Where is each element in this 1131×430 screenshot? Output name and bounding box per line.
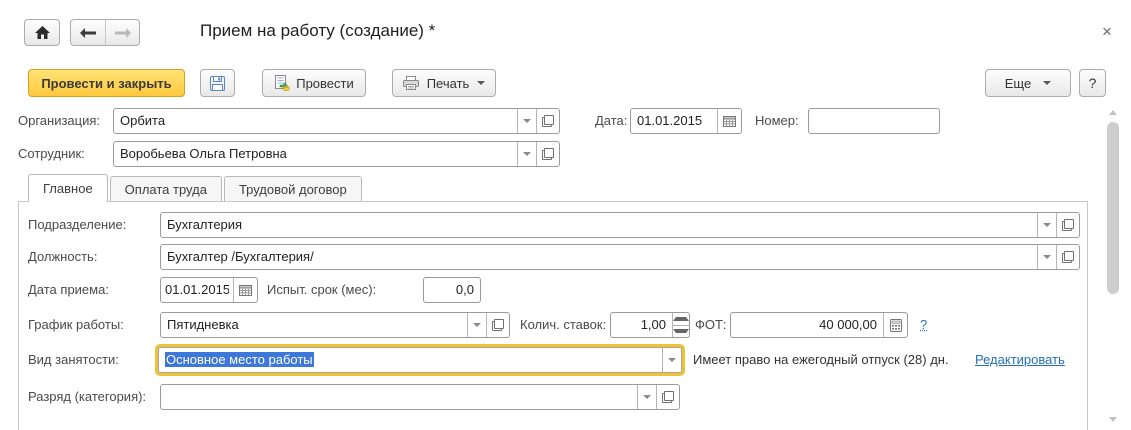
fot-input[interactable] bbox=[731, 313, 883, 337]
rate-count-input[interactable] bbox=[611, 313, 672, 337]
date-field[interactable] bbox=[630, 108, 742, 134]
employee-field[interactable] bbox=[113, 141, 560, 167]
open-icon[interactable] bbox=[486, 313, 509, 337]
spinner-down-icon[interactable] bbox=[673, 325, 689, 338]
chevron-down-icon[interactable] bbox=[1037, 245, 1056, 269]
hire-date-label: Дата приема: bbox=[28, 282, 109, 298]
vacation-note: Имеет право на ежегодный отпуск (28) дн. bbox=[693, 352, 949, 368]
schedule-input[interactable] bbox=[161, 313, 467, 337]
forward-button[interactable] bbox=[105, 20, 139, 45]
chevron-down-icon[interactable] bbox=[517, 109, 536, 133]
hire-date-field[interactable] bbox=[160, 277, 258, 303]
grade-field[interactable] bbox=[160, 384, 680, 410]
position-field[interactable] bbox=[160, 244, 1080, 270]
scrollbar-thumb[interactable] bbox=[1107, 122, 1119, 294]
post-and-close-button[interactable]: Провести и закрыть bbox=[28, 69, 185, 97]
selected-text: Основное место работы bbox=[165, 352, 314, 367]
tab-main[interactable]: Главное bbox=[28, 174, 108, 202]
chevron-down-icon[interactable] bbox=[517, 142, 536, 166]
date-input[interactable] bbox=[631, 109, 717, 133]
fot-label: ФОТ: bbox=[695, 317, 727, 333]
schedule-field[interactable] bbox=[160, 312, 510, 338]
number-input[interactable] bbox=[809, 109, 939, 133]
home-icon bbox=[35, 26, 50, 40]
grade-label: Разряд (категория): bbox=[28, 389, 146, 405]
scroll-down-icon[interactable] bbox=[1109, 417, 1117, 422]
calendar-icon[interactable] bbox=[233, 278, 257, 302]
grade-input[interactable] bbox=[161, 385, 637, 409]
post-button[interactable]: Провести bbox=[262, 69, 366, 97]
open-icon[interactable] bbox=[1056, 213, 1079, 237]
open-icon[interactable] bbox=[536, 142, 559, 166]
tab-pay[interactable]: Оплата труда bbox=[110, 176, 222, 202]
scroll-up-icon[interactable] bbox=[1109, 110, 1117, 115]
probation-input[interactable] bbox=[424, 278, 480, 302]
employment-type-value[interactable]: Основное место работы bbox=[159, 348, 662, 372]
employment-type-focus-ring: Основное место работы bbox=[155, 344, 685, 376]
edit-vacation-link[interactable]: Редактировать bbox=[975, 352, 1065, 367]
history-nav-group bbox=[70, 19, 140, 46]
help-button[interactable]: ? bbox=[1079, 69, 1106, 97]
department-label: Подразделение: bbox=[28, 217, 126, 233]
employment-type-label: Вид занятости: bbox=[28, 352, 119, 368]
spinner-up-icon[interactable] bbox=[673, 313, 689, 325]
organization-label: Организация: bbox=[18, 113, 100, 129]
print-icon bbox=[403, 76, 419, 90]
spinner-control bbox=[672, 313, 689, 337]
organization-input[interactable] bbox=[114, 109, 517, 133]
more-button-label: Еще bbox=[1005, 76, 1031, 91]
back-button[interactable] bbox=[71, 20, 105, 45]
employment-type-field[interactable]: Основное место работы bbox=[158, 347, 682, 373]
calculator-icon[interactable] bbox=[883, 313, 907, 337]
date-label: Дата: bbox=[595, 113, 627, 129]
employee-input[interactable] bbox=[114, 142, 517, 166]
chevron-down-icon[interactable] bbox=[637, 385, 656, 409]
chevron-down-icon[interactable] bbox=[467, 313, 486, 337]
position-label: Должность: bbox=[28, 249, 97, 265]
number-field[interactable] bbox=[808, 108, 940, 134]
rate-count-label: Колич. ставок: bbox=[520, 317, 606, 333]
open-icon[interactable] bbox=[656, 385, 679, 409]
post-document-icon bbox=[274, 75, 290, 91]
probation-field[interactable] bbox=[423, 277, 481, 303]
save-icon bbox=[210, 76, 225, 91]
probation-label: Испыт. срок (мес): bbox=[267, 282, 376, 298]
print-button-label: Печать bbox=[427, 76, 470, 91]
employment-form-window: Прием на работу (создание) * × Провести … bbox=[0, 0, 1131, 430]
open-icon[interactable] bbox=[536, 109, 559, 133]
save-button[interactable] bbox=[200, 69, 235, 97]
chevron-down-icon bbox=[477, 81, 485, 85]
calendar-icon[interactable] bbox=[717, 109, 741, 133]
department-field[interactable] bbox=[160, 212, 1080, 238]
chevron-down-icon[interactable] bbox=[1037, 213, 1056, 237]
arrow-right-icon bbox=[115, 28, 131, 38]
post-button-label: Провести bbox=[296, 76, 354, 91]
open-icon[interactable] bbox=[1056, 245, 1079, 269]
page-title: Прием на работу (создание) * bbox=[200, 21, 435, 41]
rate-count-field[interactable] bbox=[610, 312, 690, 338]
fot-field[interactable] bbox=[730, 312, 908, 338]
arrow-left-icon bbox=[80, 28, 96, 38]
chevron-down-icon[interactable] bbox=[662, 348, 681, 372]
more-button[interactable]: Еще bbox=[985, 69, 1071, 97]
employee-label: Сотрудник: bbox=[18, 146, 85, 162]
schedule-label: График работы: bbox=[28, 317, 124, 333]
tab-bar: Главное Оплата труда Трудовой договор bbox=[28, 174, 362, 202]
hire-date-input[interactable] bbox=[161, 278, 233, 302]
close-icon[interactable]: × bbox=[1102, 23, 1112, 40]
tab-contract[interactable]: Трудовой договор bbox=[224, 176, 362, 202]
number-label: Номер: bbox=[755, 113, 799, 129]
vertical-scrollbar[interactable] bbox=[1104, 106, 1122, 426]
home-button[interactable] bbox=[24, 19, 60, 46]
print-button[interactable]: Печать bbox=[392, 69, 496, 97]
department-input[interactable] bbox=[161, 213, 1037, 237]
chevron-down-icon bbox=[1043, 81, 1051, 85]
organization-field[interactable] bbox=[113, 108, 560, 134]
position-input[interactable] bbox=[161, 245, 1037, 269]
fot-help-link[interactable]: ? bbox=[920, 317, 927, 332]
